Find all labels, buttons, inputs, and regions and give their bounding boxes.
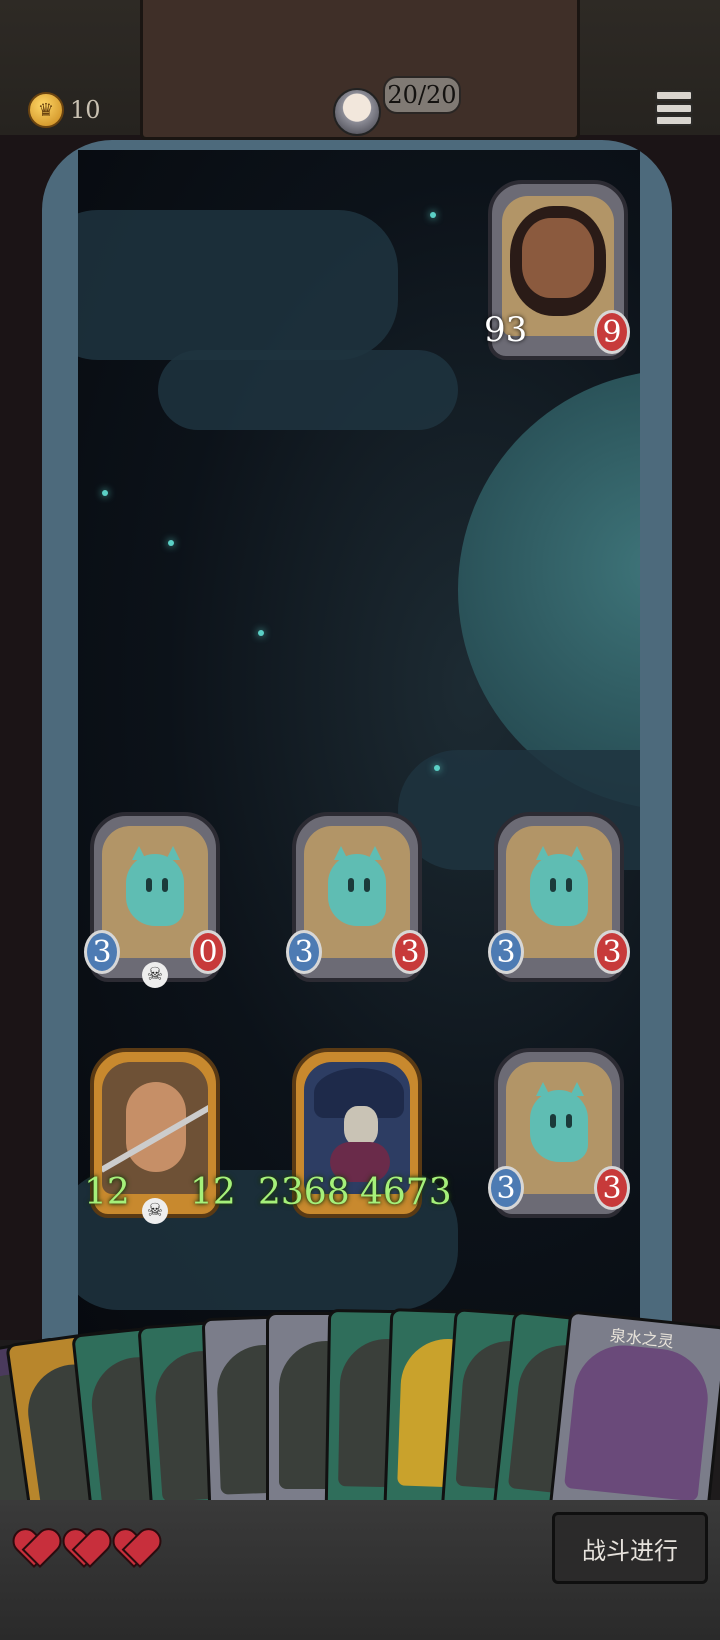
game-scene: ♛ 10 20/20 93 9 3 0 ☠ 3 3 3 3 12 12 ☠ 23… xyxy=(0,0,720,1640)
ghost-portrait xyxy=(304,826,410,958)
skull-icon: ☠ xyxy=(142,962,168,988)
warrior-unit[interactable]: 12 12 ☠ xyxy=(84,1048,236,1224)
health-value: 3 xyxy=(602,934,622,970)
gold-value: 10 xyxy=(70,96,101,124)
health-value: 12 xyxy=(190,1172,236,1213)
wizard-health-value: 4673 xyxy=(360,1172,452,1213)
lives xyxy=(14,1530,156,1570)
moon xyxy=(458,370,640,810)
heart-icon xyxy=(64,1530,106,1570)
ghost-portrait xyxy=(506,1062,612,1194)
hero-hp-bubble: 20/20 xyxy=(383,76,461,114)
ghost-eye xyxy=(566,878,572,892)
boss-health: 9 xyxy=(602,314,622,350)
ghost-portrait xyxy=(506,826,612,958)
health-badge: 0 xyxy=(190,930,226,974)
battle-button[interactable]: 战斗进行 xyxy=(552,1512,708,1584)
star xyxy=(102,490,108,496)
cloud xyxy=(158,350,458,430)
ghost-body xyxy=(530,854,588,926)
attack-badge: 3 xyxy=(286,930,322,974)
attack-value: 3 xyxy=(294,934,314,970)
hero-avatar[interactable] xyxy=(333,88,381,136)
ghost-eye xyxy=(348,878,354,892)
heart-icon xyxy=(14,1530,56,1570)
skull-icon: ☠ xyxy=(142,1198,168,1224)
ghost-unit-4[interactable]: 3 3 xyxy=(488,1048,630,1218)
menu-icon[interactable] xyxy=(655,90,693,126)
wizard-attack-value: 2368 xyxy=(258,1172,350,1213)
star xyxy=(258,630,264,636)
star xyxy=(434,765,440,771)
ghost-portrait xyxy=(102,826,208,958)
attack-value: 12 xyxy=(84,1172,130,1213)
ghost-body xyxy=(328,854,386,926)
crown-coin-icon: ♛ xyxy=(28,92,64,128)
ghost-unit-3[interactable]: 3 3 xyxy=(488,812,630,982)
boss-face xyxy=(522,218,594,298)
health-badge: 3 xyxy=(594,1166,630,1210)
health-value: 0 xyxy=(198,934,218,970)
attack-value: 3 xyxy=(496,934,516,970)
attack-badge: 3 xyxy=(488,1166,524,1210)
ghost-eye xyxy=(364,878,370,892)
attack-value: 3 xyxy=(496,1170,516,1206)
ghost-unit-1[interactable]: 3 0 ☠ xyxy=(84,812,226,988)
boss-health-badge: 9 xyxy=(594,310,630,354)
card-art xyxy=(563,1340,713,1502)
health-badge: 3 xyxy=(392,930,428,974)
ghost-body xyxy=(126,854,184,926)
ghost-unit-2[interactable]: 3 3 xyxy=(286,812,428,982)
heart-icon xyxy=(114,1530,156,1570)
health-value: 3 xyxy=(602,1170,622,1206)
star xyxy=(168,540,174,546)
attack-value: 3 xyxy=(92,934,112,970)
ghost-eye xyxy=(566,1114,572,1128)
ghost-eye xyxy=(550,878,556,892)
gold-counter: ♛ 10 xyxy=(28,92,101,128)
health-value: 3 xyxy=(400,934,420,970)
ghost-eye xyxy=(550,1114,556,1128)
ghost-eye xyxy=(146,878,152,892)
ghost-eye xyxy=(162,878,168,892)
boss-attack: 93 xyxy=(484,310,528,350)
health-badge: 3 xyxy=(594,930,630,974)
cloud xyxy=(78,210,398,360)
ghost-body xyxy=(530,1090,588,1162)
wizard-face xyxy=(344,1106,378,1146)
star xyxy=(430,212,436,218)
attack-badge: 3 xyxy=(488,930,524,974)
attack-badge: 3 xyxy=(84,930,120,974)
